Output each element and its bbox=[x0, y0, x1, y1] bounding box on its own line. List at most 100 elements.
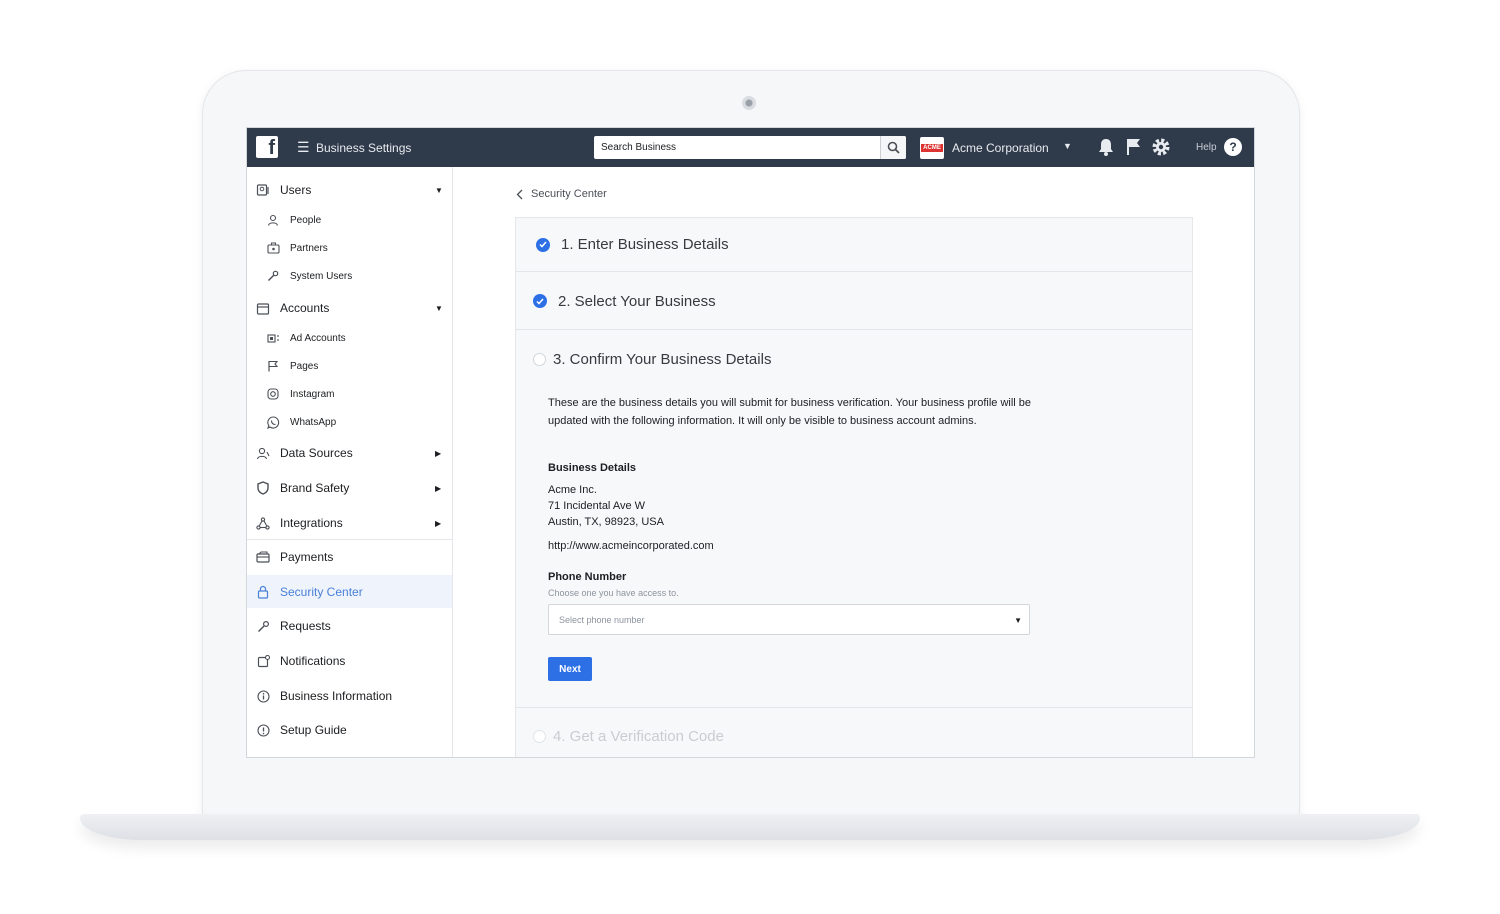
sidebar-item-data-sources[interactable]: Data Sources ▶ bbox=[247, 438, 452, 468]
website: http://www.acmeincorporated.com bbox=[548, 540, 714, 552]
sidebar-item-users[interactable]: Users ▼ bbox=[247, 175, 452, 205]
caret-down-icon: ▼ bbox=[1014, 616, 1022, 625]
sidebar-item-business-information[interactable]: Business Information bbox=[247, 681, 452, 711]
chevron-left-icon[interactable] bbox=[516, 189, 523, 200]
notifications-icon bbox=[256, 654, 270, 668]
caret-down-icon: ▼ bbox=[435, 185, 443, 195]
step-pending-icon bbox=[533, 353, 546, 366]
sidebar-item-label: Requests bbox=[280, 619, 331, 633]
breadcrumb[interactable]: Security Center bbox=[516, 188, 607, 200]
phone-number-heading: Phone Number bbox=[548, 571, 627, 583]
sidebar-item-label: Users bbox=[280, 183, 312, 197]
sidebar-item-requests[interactable]: Requests bbox=[247, 611, 452, 641]
bell-icon[interactable] bbox=[1097, 137, 1115, 157]
sidebar-item-instagram[interactable]: Instagram bbox=[247, 381, 452, 407]
sidebar-item-label: Data Sources bbox=[280, 446, 353, 460]
sidebar-item-whatsapp[interactable]: WhatsApp bbox=[247, 409, 452, 435]
help-icon[interactable]: ? bbox=[1224, 138, 1242, 156]
caret-right-icon: ▶ bbox=[435, 483, 442, 493]
accounts-icon bbox=[256, 301, 270, 315]
sidebar-item-integrations[interactable]: Integrations ▶ bbox=[247, 508, 452, 538]
top-bar: f ☰ Business Settings ACME Acme Corporat… bbox=[247, 128, 1254, 167]
gear-icon[interactable] bbox=[1151, 137, 1171, 157]
sidebar-item-label: Integrations bbox=[280, 516, 343, 530]
business-switcher[interactable]: Acme Corporation bbox=[952, 141, 1049, 155]
sidebar-item-notifications[interactable]: Notifications bbox=[247, 646, 452, 676]
step-pending-icon bbox=[533, 729, 546, 743]
sidebar-item-label: Brand Safety bbox=[280, 481, 350, 495]
step-4-header: 4. Get a Verification Code bbox=[516, 709, 1192, 757]
search-button[interactable] bbox=[880, 136, 906, 159]
account-logo[interactable]: ACME bbox=[920, 137, 944, 159]
lock-icon bbox=[256, 585, 270, 599]
sidebar-item-pages[interactable]: Pages bbox=[247, 353, 452, 379]
sidebar-item-security-center[interactable]: Security Center bbox=[247, 575, 452, 608]
business-details-heading: Business Details bbox=[548, 462, 637, 474]
webcam-icon bbox=[742, 96, 756, 110]
account-logo-text: ACME bbox=[921, 144, 943, 152]
ad-accounts-icon bbox=[266, 331, 280, 345]
flag-icon[interactable] bbox=[1125, 137, 1141, 157]
sidebar-item-label: Payments bbox=[280, 550, 334, 564]
sidebar-item-label: Ad Accounts bbox=[290, 332, 346, 344]
laptop-base bbox=[80, 814, 1420, 840]
address-line-1: 71 Incidental Ave W bbox=[548, 500, 646, 512]
verification-wizard: 1. Enter Business Details 2. Select Your… bbox=[515, 217, 1193, 757]
payments-icon bbox=[256, 550, 270, 564]
intro-text: These are the business details you will … bbox=[548, 397, 1032, 427]
search-icon bbox=[887, 141, 900, 154]
sidebar: Users ▼ People Partners System Users Acc… bbox=[247, 167, 453, 757]
sidebar-divider bbox=[247, 539, 452, 540]
sidebar-item-label: WhatsApp bbox=[290, 416, 337, 428]
step-label: 1. Enter Business Details bbox=[561, 236, 729, 253]
facebook-logo-icon[interactable]: f bbox=[256, 136, 278, 158]
caret-down-icon[interactable]: ▼ bbox=[1063, 141, 1072, 151]
sidebar-item-setup-guide[interactable]: Setup Guide bbox=[247, 715, 452, 745]
step-label: 4. Get a Verification Code bbox=[553, 727, 724, 745]
caret-right-icon: ▶ bbox=[435, 518, 442, 528]
breadcrumb-label: Security Center bbox=[531, 188, 607, 200]
sidebar-item-payments[interactable]: Payments bbox=[247, 542, 452, 572]
sidebar-item-label: Pages bbox=[290, 360, 319, 372]
users-icon bbox=[256, 183, 270, 197]
info-icon bbox=[256, 689, 270, 703]
caret-right-icon: ▶ bbox=[435, 448, 442, 458]
sidebar-item-system-users[interactable]: System Users bbox=[247, 263, 452, 289]
step-label: 2. Select Your Business bbox=[558, 292, 716, 310]
sidebar-item-label: Partners bbox=[290, 242, 328, 254]
search-input[interactable] bbox=[594, 136, 880, 159]
sidebar-item-partners[interactable]: Partners bbox=[247, 235, 452, 261]
sidebar-item-label: Accounts bbox=[280, 301, 330, 315]
requests-icon bbox=[256, 619, 270, 633]
phone-helper-text: Choose one you have access to. bbox=[548, 588, 679, 598]
integrations-icon bbox=[256, 516, 270, 530]
setup-guide-icon bbox=[256, 723, 270, 737]
check-circle-icon bbox=[533, 294, 547, 308]
flag-icon bbox=[266, 359, 280, 373]
screen: f ☰ Business Settings ACME Acme Corporat… bbox=[246, 127, 1255, 758]
help-link[interactable]: Help bbox=[1196, 142, 1217, 153]
instagram-icon bbox=[266, 387, 280, 401]
sidebar-item-people[interactable]: People bbox=[247, 207, 452, 233]
data-sources-icon bbox=[256, 446, 270, 460]
sidebar-item-label: Instagram bbox=[290, 388, 335, 400]
app-title: Business Settings bbox=[316, 141, 412, 155]
sidebar-item-accounts[interactable]: Accounts ▼ bbox=[247, 293, 452, 323]
sidebar-item-ad-accounts[interactable]: Ad Accounts bbox=[247, 325, 452, 351]
caret-down-icon: ▼ bbox=[435, 303, 443, 313]
next-button[interactable]: Next bbox=[548, 657, 592, 681]
business-name: Acme Inc. bbox=[548, 484, 597, 496]
step-2-header[interactable]: 2. Select Your Business bbox=[516, 273, 1192, 330]
step-1-header[interactable]: 1. Enter Business Details bbox=[516, 218, 1192, 272]
sidebar-item-brand-safety[interactable]: Brand Safety ▶ bbox=[247, 473, 452, 503]
search-box bbox=[594, 136, 906, 159]
phone-select-placeholder: Select phone number bbox=[559, 614, 645, 625]
sidebar-item-label: Security Center bbox=[280, 584, 363, 599]
wrench-icon bbox=[266, 269, 280, 283]
hamburger-menu-icon[interactable]: ☰ bbox=[297, 139, 310, 156]
phone-number-select[interactable]: Select phone number ▼ bbox=[548, 604, 1030, 635]
sidebar-item-label: Business Information bbox=[280, 689, 393, 703]
main-content: Security Center 1. Enter Business Detail… bbox=[453, 167, 1254, 757]
step-label: 3. Confirm Your Business Details bbox=[553, 351, 772, 368]
step-3-body: These are the business details you will … bbox=[548, 395, 1188, 681]
